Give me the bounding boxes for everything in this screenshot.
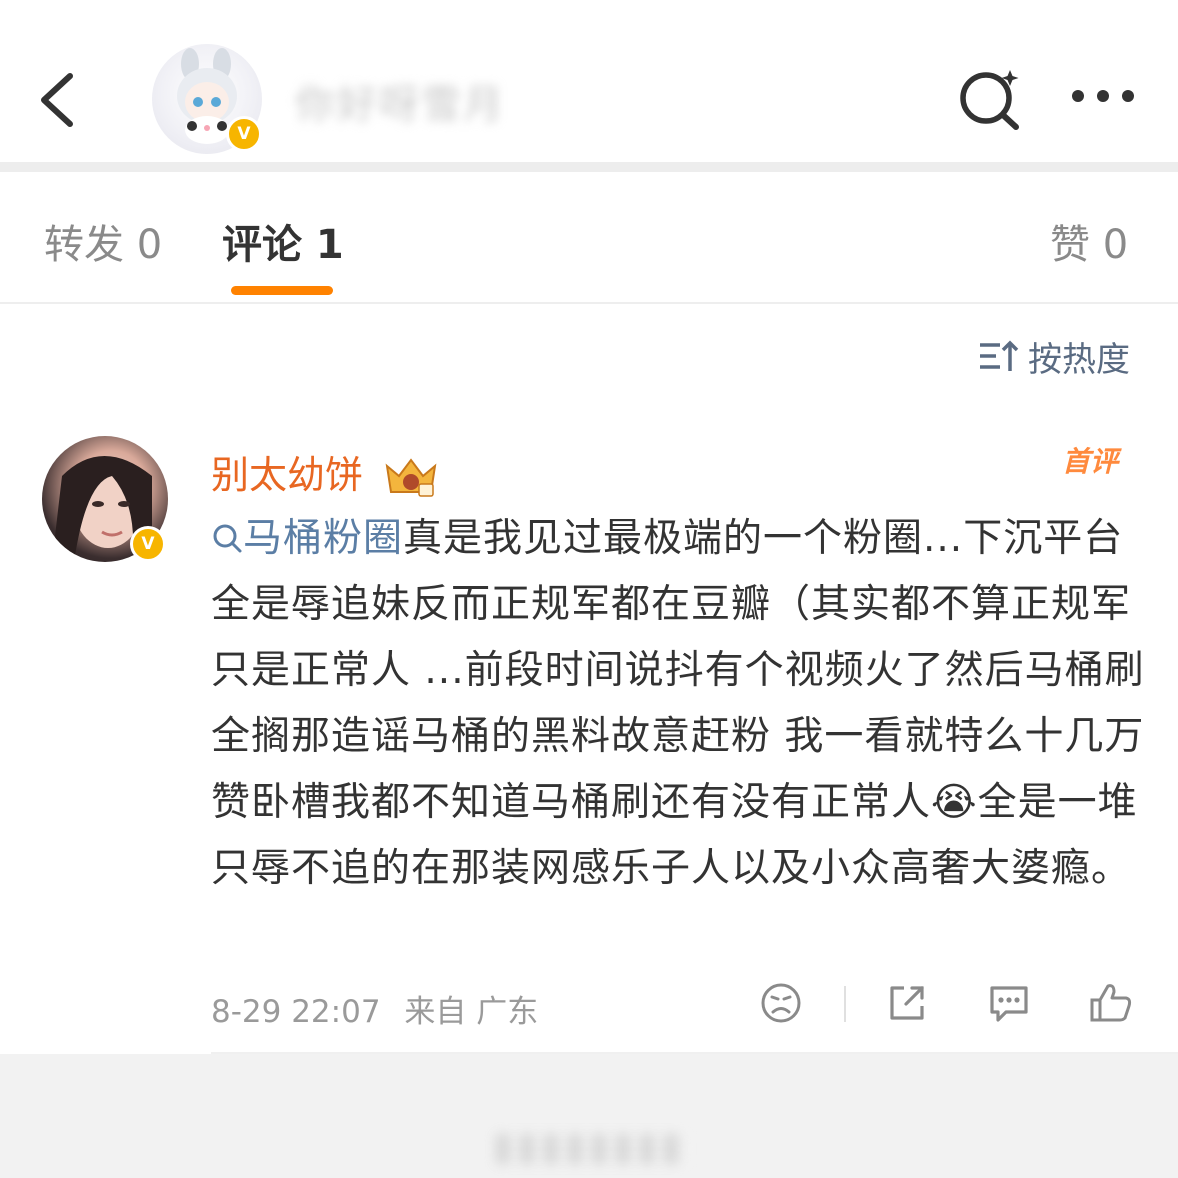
action-divider bbox=[844, 986, 846, 1022]
tab-likes[interactable]: 赞 0 bbox=[1050, 212, 1128, 270]
topic-link[interactable]: 马桶粉圈 bbox=[211, 516, 403, 561]
comment-meta: 8-29 22:07 来自 广东 bbox=[211, 986, 538, 1031]
more-icon[interactable] bbox=[1070, 88, 1136, 104]
author-name-blurred: 你好呀雪月 bbox=[295, 82, 505, 128]
tab-reposts[interactable]: 转发 0 bbox=[44, 212, 162, 270]
sort-button[interactable]: 按热度 bbox=[978, 336, 1130, 380]
commenter-verified-icon: V bbox=[130, 526, 166, 562]
commenter-name-text: 别太幼饼 bbox=[211, 453, 364, 497]
topic-search-icon bbox=[213, 524, 242, 553]
reply-icon[interactable] bbox=[986, 980, 1032, 1026]
search-icon[interactable] bbox=[956, 66, 1024, 130]
crown-medal-icon bbox=[385, 457, 437, 497]
first-comment-badge: 首评 bbox=[1062, 445, 1119, 478]
sort-label: 按热度 bbox=[1028, 339, 1130, 380]
active-tab-indicator bbox=[231, 286, 333, 295]
like-icon[interactable] bbox=[1088, 980, 1134, 1026]
topic-text: 马桶粉圈 bbox=[243, 516, 404, 561]
crying-emoji-icon: 😭 bbox=[931, 780, 978, 825]
comment-time: 8-29 22:07 bbox=[211, 994, 381, 1030]
top-bar: V 你好呀雪月 bbox=[0, 0, 1178, 162]
comment-location: 来自 广东 bbox=[404, 994, 539, 1030]
commenter-name[interactable]: 别太幼饼 bbox=[211, 444, 439, 500]
verified-badge-icon: V bbox=[226, 116, 262, 152]
share-icon[interactable] bbox=[884, 980, 930, 1026]
header-separator bbox=[0, 162, 1178, 172]
tabs-divider bbox=[0, 302, 1178, 304]
comment-body: 马桶粉圈真是我见过最极端的一个粉圈...下沉平台全是辱追妹反而正规军都在豆瓣（其… bbox=[211, 506, 1146, 902]
sort-icon bbox=[980, 340, 1019, 371]
back-arrow-icon[interactable] bbox=[36, 70, 96, 130]
tab-comments[interactable]: 评论 1 bbox=[222, 212, 344, 270]
dislike-face-icon[interactable] bbox=[758, 980, 804, 1026]
comment-text-1: 真是我见过最极端的一个粉圈...下沉平台全是辱追妹反而正规军都在豆瓣（其实都不算… bbox=[211, 516, 1145, 825]
watermark-blur bbox=[496, 1134, 686, 1164]
